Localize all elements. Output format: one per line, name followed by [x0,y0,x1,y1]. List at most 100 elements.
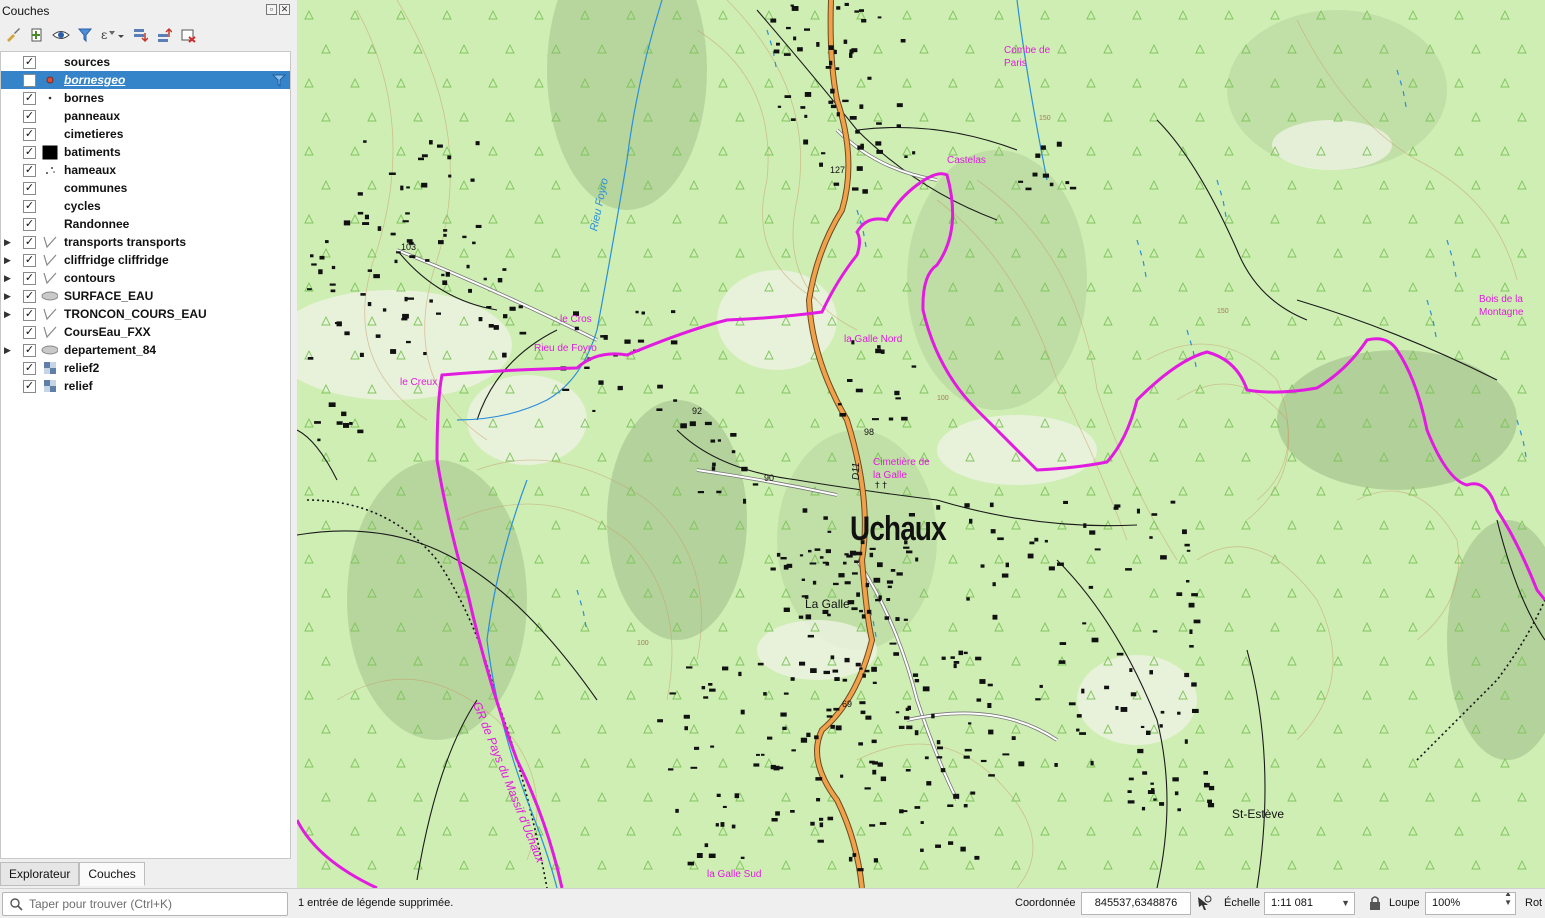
expand-arrow-icon[interactable]: ▶ [4,290,13,302]
building [867,76,872,80]
layer-visibility-checkbox[interactable]: ✓ [23,145,36,159]
building [486,306,492,309]
layer-visibility-checkbox[interactable]: ✓ [23,361,36,375]
building [497,278,503,283]
expand-arrow-icon[interactable]: ▶ [4,254,13,266]
layer-visibility-checkbox[interactable]: ✓ [23,235,36,249]
building [1184,543,1190,547]
building [823,670,830,675]
building [1149,536,1153,539]
add-group-icon[interactable] [26,25,47,46]
layer-row-transports-transports[interactable]: ▶ ✓ transports transports [1,233,290,251]
layer-row-randonnee[interactable]: ✓ Randonnee [1,215,290,233]
layer-visibility-checkbox[interactable]: ✓ [23,181,36,195]
layer-visibility-checkbox[interactable]: ✓ [23,199,36,213]
expand-arrow-icon[interactable]: ▶ [4,344,13,356]
building [518,305,523,309]
layer-row-bornesgeo[interactable]: bornesgeo [1,71,290,89]
building [336,321,342,327]
building [401,318,408,321]
building [1058,660,1066,664]
layer-visibility-checkbox[interactable]: ✓ [23,253,36,267]
tab-couches[interactable]: Couches [79,862,145,886]
layer-visibility-checkbox[interactable]: ✓ [23,325,36,339]
expand-arrow-icon[interactable]: ▶ [4,308,13,320]
building [980,759,987,763]
layer-row-batiments[interactable]: ✓ batiments [1,143,290,161]
building [825,562,830,566]
building [657,384,663,389]
map-label: 100 [937,395,949,402]
scale-field[interactable]: 1:11 081 ▼ [1264,892,1355,915]
layer-visibility-checkbox[interactable]: ✓ [23,379,36,393]
layer-row-bornes[interactable]: ✓ bornes [1,89,290,107]
layer-visibility-checkbox[interactable]: ✓ [23,343,36,357]
lock-scale-icon[interactable] [1368,895,1382,914]
building [1177,711,1181,715]
map-canvas[interactable]: † † Combe de Paris Castelas Bois de la Monta… [297,0,1545,888]
layer-visibility-checkbox[interactable]: ✓ [23,55,36,69]
building [836,6,841,10]
layer-visibility-checkbox[interactable]: ✓ [23,109,36,123]
building [624,339,631,344]
expand-arrow-icon[interactable]: ▶ [4,272,13,284]
style-brush-icon[interactable] [2,25,23,46]
float-panel-icon[interactable]: ▫ [266,4,277,15]
building [873,858,878,863]
layer-row-cliffridge-cliffridge[interactable]: ▶ ✓ cliffridge cliffridge [1,251,290,269]
layer-row-communes[interactable]: ✓ communes [1,179,290,197]
layer-visibility-checkbox[interactable]: ✓ [23,307,36,321]
locator-search[interactable] [2,892,288,916]
layer-visibility-checkbox[interactable]: ✓ [23,163,36,177]
magnifier-field[interactable]: 100% ▲ ▼ [1425,892,1516,915]
layer-visibility-checkbox[interactable]: ✓ [23,217,36,231]
layer-row-panneaux[interactable]: ✓ panneaux [1,107,290,125]
building [684,726,688,731]
building [875,598,881,602]
coordinate-field[interactable]: 845537,6348876 [1081,892,1191,915]
layer-row-sources[interactable]: ✓ sources [1,53,290,71]
chevron-down-icon[interactable]: ▼ [1341,893,1350,914]
layer-row-troncon_cours_eau[interactable]: ▶ ✓ TRONCON_COURS_EAU [1,305,290,323]
building [849,116,857,120]
building [767,736,773,740]
layer-symbol-icon [41,343,58,358]
spinner-icon[interactable]: ▲ ▼ [1504,893,1512,907]
filter-legend-icon[interactable] [74,25,95,46]
building [958,650,963,656]
layer-visibility-checkbox[interactable]: ✓ [23,91,36,105]
collapse-all-icon[interactable] [153,25,174,46]
layer-row-departement_84[interactable]: ▶ ✓ departement_84 [1,341,290,359]
building [963,755,970,759]
expand-arrow-icon[interactable]: ▶ [4,236,13,248]
layer-row-hameaux[interactable]: ✓ hameaux [1,161,290,179]
layer-filter-icon[interactable] [271,73,287,88]
search-input[interactable] [27,895,283,913]
tab-explorateur[interactable]: Explorateur [0,862,80,886]
close-panel-icon[interactable]: ✕ [279,4,290,15]
layer-row-relief2[interactable]: ✓ relief2 [1,359,290,377]
filter-expression-icon[interactable]: ε [98,25,126,46]
layer-visibility-checkbox[interactable]: ✓ [23,289,36,303]
layer-row-contours[interactable]: ▶ ✓ contours [1,269,290,287]
layer-row-relief[interactable]: ✓ relief [1,377,290,395]
building [1065,181,1070,185]
map-label: St-Estève [1232,807,1285,821]
remove-layer-icon[interactable] [177,25,198,46]
layer-row-surface_eau[interactable]: ▶ ✓ SURFACE_EAU [1,287,290,305]
mouse-coordinate-toggle-icon[interactable] [1196,895,1212,914]
layer-row-cycles[interactable]: ✓ cycles [1,197,290,215]
layer-visibility-checkbox[interactable] [23,73,36,87]
building [402,313,409,319]
eye-visibility-icon[interactable] [50,25,71,46]
building [786,26,791,30]
building [357,429,364,434]
building [1204,782,1210,788]
layer-visibility-checkbox[interactable]: ✓ [23,271,36,285]
layer-visibility-checkbox[interactable]: ✓ [23,127,36,141]
layer-row-courseau_fxx[interactable]: ✓ CoursEau_FXX [1,323,290,341]
building [367,302,372,307]
layer-row-cimetieres[interactable]: ✓ cimetieres [1,125,290,143]
hillshade-patch [347,460,527,740]
expand-all-icon[interactable] [129,25,150,46]
